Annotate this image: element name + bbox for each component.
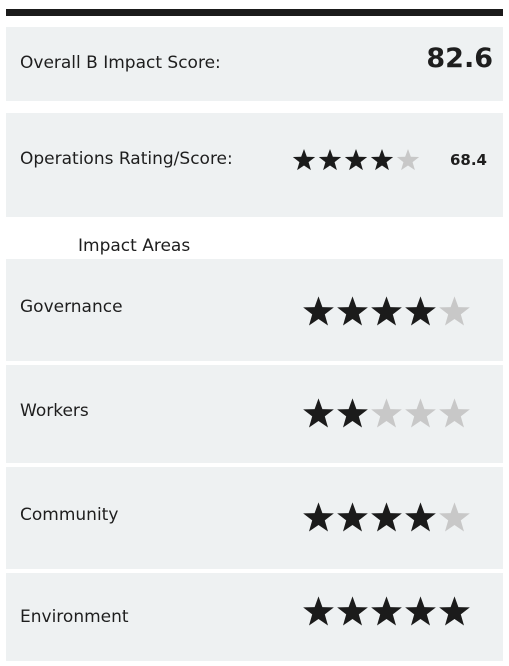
overall-score-panel: Overall B Impact Score: 82.6: [6, 27, 503, 101]
star-filled-icon: [337, 398, 368, 428]
workers-star-rating: [302, 397, 471, 430]
star-empty-icon: [439, 296, 470, 326]
star-filled-icon: [439, 596, 470, 626]
impact-areas-heading: Impact Areas: [78, 236, 191, 256]
star-filled-icon: [303, 398, 334, 428]
star-filled-icon: [371, 502, 402, 532]
impact-area-workers: Workers: [6, 365, 503, 463]
impact-area-environment: Environment: [6, 573, 503, 661]
impact-area-governance: Governance: [6, 259, 503, 361]
impact-area-name: Workers: [20, 401, 89, 421]
overall-score-value: 82.6: [426, 43, 493, 74]
b-impact-report: Overall B Impact Score: 82.6 Operations …: [0, 0, 509, 666]
impact-area-name: Environment: [20, 607, 129, 627]
overall-score-label: Overall B Impact Score:: [20, 53, 221, 73]
top-rule: [6, 9, 503, 16]
star-empty-icon: [439, 398, 470, 428]
star-filled-icon: [371, 296, 402, 326]
star-filled-icon: [303, 296, 334, 326]
star-filled-icon: [344, 148, 368, 171]
star-empty-icon: [396, 148, 420, 171]
community-star-rating: [302, 501, 471, 534]
impact-area-name: Community: [20, 505, 119, 525]
operations-star-rating: [292, 148, 420, 172]
star-empty-icon: [405, 398, 436, 428]
governance-star-rating: [302, 295, 471, 328]
star-filled-icon: [371, 596, 402, 626]
operations-rating-panel: Operations Rating/Score: 68.4: [6, 113, 503, 217]
environment-star-rating: [302, 595, 471, 628]
impact-area-name: Governance: [20, 297, 123, 317]
impact-area-community: Community: [6, 467, 503, 569]
star-filled-icon: [370, 148, 394, 171]
star-filled-icon: [318, 148, 342, 171]
operations-score-value: 68.4: [449, 151, 487, 169]
star-filled-icon: [337, 296, 368, 326]
star-filled-icon: [405, 502, 436, 532]
operations-rating-label: Operations Rating/Score:: [20, 149, 233, 169]
star-filled-icon: [303, 596, 334, 626]
star-filled-icon: [292, 148, 316, 171]
star-filled-icon: [405, 296, 436, 326]
star-filled-icon: [337, 596, 368, 626]
star-empty-icon: [439, 502, 470, 532]
star-filled-icon: [337, 502, 368, 532]
star-filled-icon: [405, 596, 436, 626]
star-empty-icon: [371, 398, 402, 428]
star-filled-icon: [303, 502, 334, 532]
